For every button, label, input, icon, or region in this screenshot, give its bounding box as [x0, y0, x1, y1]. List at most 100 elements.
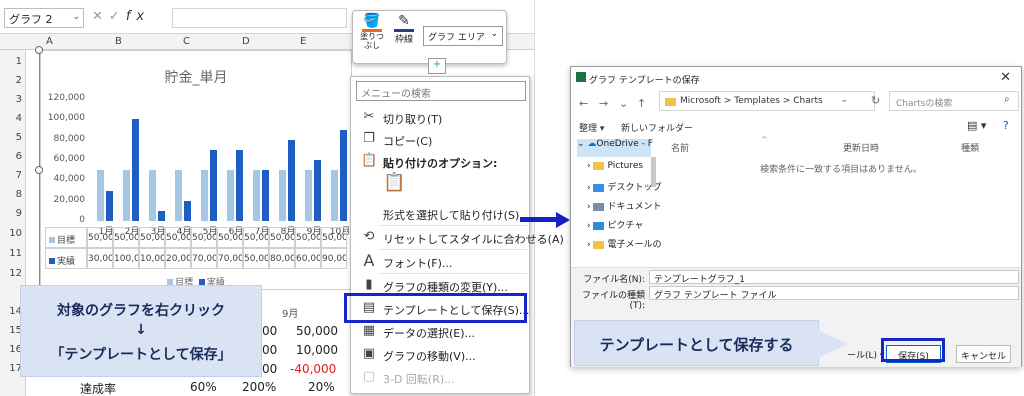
nav-pictures-jp[interactable]: › ピクチャ: [577, 218, 651, 236]
row-1[interactable]: 1: [0, 56, 22, 67]
row-14[interactable]: 14: [0, 306, 22, 317]
row-11[interactable]: 11: [0, 248, 22, 259]
bar-target[interactable]: [227, 170, 234, 221]
up-icon[interactable]: ↑: [637, 97, 646, 110]
col-b[interactable]: B: [115, 36, 122, 47]
menu-item-move-chart[interactable]: ▣ グラフの移動(V)...: [351, 344, 529, 366]
bar-target[interactable]: [123, 170, 130, 221]
row-17[interactable]: 17: [0, 363, 22, 374]
chevron-down-icon[interactable]: ⌄: [840, 95, 848, 105]
bar-actual[interactable]: [340, 129, 347, 221]
col-date[interactable]: 更新日時: [843, 141, 879, 154]
paste-option-button[interactable]: 📋: [351, 174, 529, 197]
cell-a18[interactable]: 達成率: [80, 380, 116, 396]
bar-target[interactable]: [201, 170, 208, 221]
chart-element-select[interactable]: グラフ エリア ⌄: [423, 26, 503, 46]
forward-icon[interactable]: →: [599, 97, 608, 110]
menu-item-paste-special[interactable]: 形式を選択して貼り付け(S)...: [351, 203, 530, 225]
check-icon[interactable]: ✓: [109, 9, 126, 24]
bar-target[interactable]: [305, 170, 312, 221]
col-type[interactable]: 種類: [961, 141, 979, 154]
menu-search-input[interactable]: メニューの検索: [356, 81, 526, 101]
row-10[interactable]: 10: [0, 228, 22, 239]
menu-item-select-data[interactable]: ▦ データの選択(E)...: [351, 321, 529, 343]
search-input[interactable]: Chartsの検索: [889, 91, 1019, 111]
bar-target[interactable]: [149, 170, 156, 221]
nav-pictures[interactable]: › Pictures: [577, 161, 651, 179]
name-box[interactable]: グラフ 2 ⌄: [4, 8, 84, 28]
help-icon[interactable]: ?: [1003, 119, 1009, 132]
refresh-icon[interactable]: ↻: [871, 94, 880, 107]
close-icon[interactable]: ✕: [1000, 70, 1011, 85]
organize-button[interactable]: 整理 ▾: [579, 121, 604, 134]
formula-input[interactable]: [172, 8, 347, 28]
chart-title[interactable]: 貯金_単月: [41, 67, 351, 87]
filename-input[interactable]: テンプレートグラフ_1: [649, 270, 1019, 285]
nav-documents[interactable]: › ドキュメント: [577, 199, 661, 217]
row-9[interactable]: 9: [0, 208, 22, 219]
filetype-select[interactable]: グラフ テンプレート ファイル: [649, 286, 1019, 301]
cell-e17[interactable]: -40,000: [290, 362, 336, 376]
bar-target[interactable]: [253, 170, 260, 221]
chart-area[interactable]: 貯金_単月 120,000 100,000 80,000 60,000 40,000 20…: [40, 50, 352, 290]
menu-item-copy[interactable]: ❐ コピー(C): [351, 129, 529, 151]
bar-actual[interactable]: [262, 170, 269, 221]
menu-item-font[interactable]: A フォント(F)...: [351, 251, 529, 273]
cancel-button[interactable]: キャンセル: [956, 345, 1011, 363]
bar-target[interactable]: [331, 170, 338, 221]
col-name[interactable]: 名前: [671, 141, 689, 154]
col-d[interactable]: D: [242, 36, 250, 47]
bar-actual[interactable]: [106, 190, 113, 221]
row-16[interactable]: 16: [0, 344, 22, 355]
border-button[interactable]: ✎ 枠線: [391, 13, 417, 45]
cell-c17[interactable]: 00: [262, 362, 277, 376]
fx-icon[interactable]: fx: [126, 9, 150, 24]
new-folder-button[interactable]: 新しいフォルダー: [621, 121, 693, 134]
cell-c15[interactable]: 00: [262, 324, 277, 338]
bar-actual[interactable]: [132, 119, 139, 221]
row-5[interactable]: 5: [0, 132, 22, 143]
cell-d14[interactable]: 9月: [282, 305, 298, 320]
cancel-icon[interactable]: ✕: [92, 9, 109, 24]
back-icon[interactable]: ←: [579, 97, 588, 110]
nav-desktop[interactable]: › デスクトップ: [577, 180, 661, 198]
resize-handle-left[interactable]: [35, 166, 43, 174]
bar-target[interactable]: [175, 170, 182, 221]
bar-actual[interactable]: [184, 200, 191, 221]
cell-e15[interactable]: 50,000: [296, 324, 338, 338]
bar-target[interactable]: [97, 170, 104, 221]
nav-scrollbar[interactable]: [651, 157, 656, 187]
cell-c16[interactable]: 00: [262, 343, 277, 357]
bar-actual[interactable]: [236, 149, 243, 221]
nav-onedrive[interactable]: ⌄ ☁OneDrive - F: [577, 139, 653, 157]
row-12[interactable]: 12: [0, 268, 22, 279]
address-bar[interactable]: Microsoft > Templates > Charts ⌄: [659, 91, 875, 111]
bar-actual[interactable]: [158, 210, 165, 221]
cell-e16[interactable]: 10,000: [296, 343, 338, 357]
cell-c18[interactable]: 60%: [190, 380, 217, 394]
chart-elements-button[interactable]: +: [428, 58, 446, 74]
col-e[interactable]: E: [300, 36, 306, 47]
bar-actual[interactable]: [210, 149, 217, 221]
bar-actual[interactable]: [314, 160, 321, 221]
row-3[interactable]: 3: [0, 94, 22, 105]
menu-item-cut[interactable]: ✂ 切り取り(T): [351, 107, 529, 129]
menu-item-reset-style[interactable]: ⟲ リセットしてスタイルに合わせる(A): [351, 227, 564, 249]
chevron-down-icon[interactable]: ⌄: [72, 12, 80, 22]
col-c[interactable]: C: [183, 36, 190, 47]
tools-button[interactable]: ール(L) ▾: [847, 348, 884, 361]
row-8[interactable]: 8: [0, 189, 22, 200]
row-15[interactable]: 15: [0, 325, 22, 336]
row-7[interactable]: 7: [0, 170, 22, 181]
row-4[interactable]: 4: [0, 113, 22, 124]
cell-e18[interactable]: 20%: [308, 380, 335, 394]
fill-button[interactable]: 🪣 塗りつぶし: [359, 13, 385, 50]
view-icon[interactable]: ▤ ▾: [967, 119, 986, 132]
row-6[interactable]: 6: [0, 151, 22, 162]
resize-handle-top-left[interactable]: [35, 46, 43, 54]
bar-actual[interactable]: [288, 139, 295, 221]
bar-target[interactable]: [279, 170, 286, 221]
nav-email[interactable]: › 電子メールの: [577, 237, 661, 255]
chevron-down-icon[interactable]: ⌄: [619, 97, 628, 110]
row-2[interactable]: 2: [0, 75, 22, 86]
